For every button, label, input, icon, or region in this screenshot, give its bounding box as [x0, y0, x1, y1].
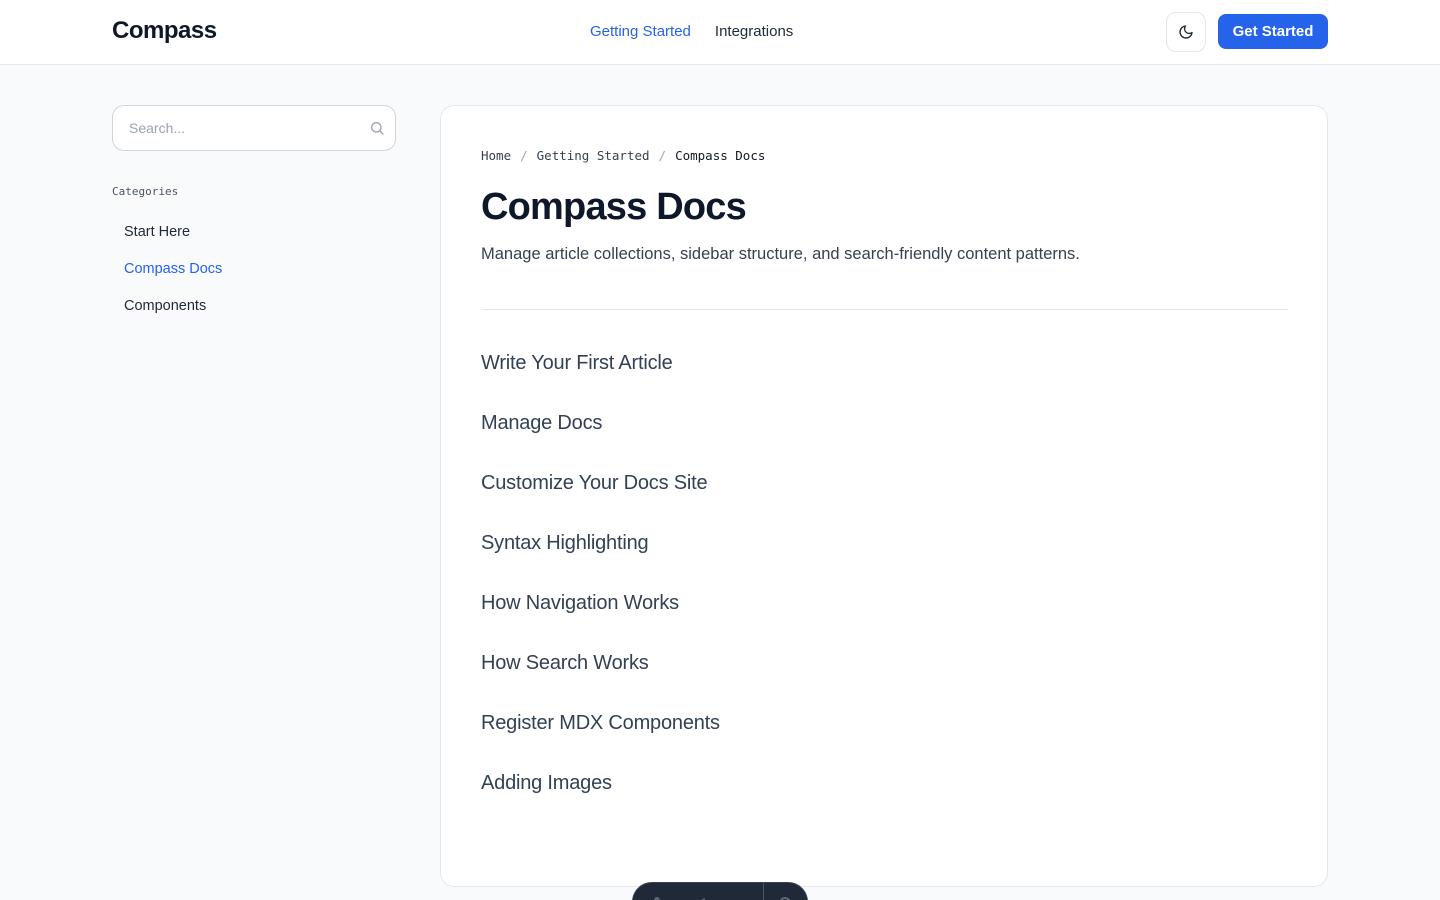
breadcrumb: Home / Getting Started / Compass Docs: [481, 148, 765, 163]
breadcrumb-separator: /: [658, 148, 667, 163]
breadcrumb-current: Compass Docs: [675, 148, 766, 163]
toolbar-separator: [763, 883, 764, 900]
search-input[interactable]: [129, 106, 359, 150]
breadcrumb-getting-started[interactable]: Getting Started: [537, 148, 650, 163]
article-link-mdx-components[interactable]: Register MDX Components: [481, 712, 720, 772]
breadcrumb-separator: /: [520, 148, 528, 163]
category-components[interactable]: Components: [124, 298, 222, 335]
category-list: Start Here Compass Docs Components: [124, 224, 222, 335]
article-link-navigation[interactable]: How Navigation Works: [481, 592, 720, 652]
search-box: [112, 105, 396, 151]
nav-integrations[interactable]: Integrations: [715, 23, 793, 40]
page-description: Manage article collections, sidebar stru…: [481, 245, 1080, 263]
search-icon[interactable]: [369, 120, 385, 136]
floating-toolbar[interactable]: [632, 882, 808, 900]
breadcrumb-home[interactable]: Home: [481, 148, 511, 163]
page-title: Compass Docs: [481, 186, 747, 228]
article-link-adding-images[interactable]: Adding Images: [481, 772, 720, 832]
theme-toggle-button[interactable]: [1166, 12, 1206, 52]
article-link-write-first-article[interactable]: Write Your First Article: [481, 352, 720, 412]
menu-icon[interactable]: [731, 891, 751, 900]
site-logo[interactable]: Compass: [112, 17, 217, 45]
categories-heading: Categories: [112, 185, 179, 198]
moon-icon: [1179, 25, 1193, 39]
get-started-button[interactable]: Get Started: [1218, 14, 1328, 49]
article-link-syntax-highlighting[interactable]: Syntax Highlighting: [481, 532, 720, 592]
category-start-here[interactable]: Start Here: [124, 224, 222, 261]
article-link-search[interactable]: How Search Works: [481, 652, 720, 712]
content-card: Home / Getting Started / Compass Docs Co…: [440, 105, 1328, 887]
article-list: Write Your First Article Manage Docs Cus…: [481, 352, 720, 832]
pointer-icon[interactable]: [647, 891, 667, 900]
nav-getting-started[interactable]: Getting Started: [590, 23, 691, 40]
divider: [481, 309, 1288, 310]
article-link-customize-docs-site[interactable]: Customize Your Docs Site: [481, 472, 720, 532]
top-nav: Getting Started Integrations: [590, 23, 793, 40]
top-header: Compass Getting Started Integrations Get…: [0, 0, 1440, 65]
category-compass-docs[interactable]: Compass Docs: [124, 261, 222, 298]
article-link-manage-docs[interactable]: Manage Docs: [481, 412, 720, 472]
settings-icon[interactable]: [775, 891, 795, 900]
wand-icon[interactable]: [689, 891, 709, 900]
